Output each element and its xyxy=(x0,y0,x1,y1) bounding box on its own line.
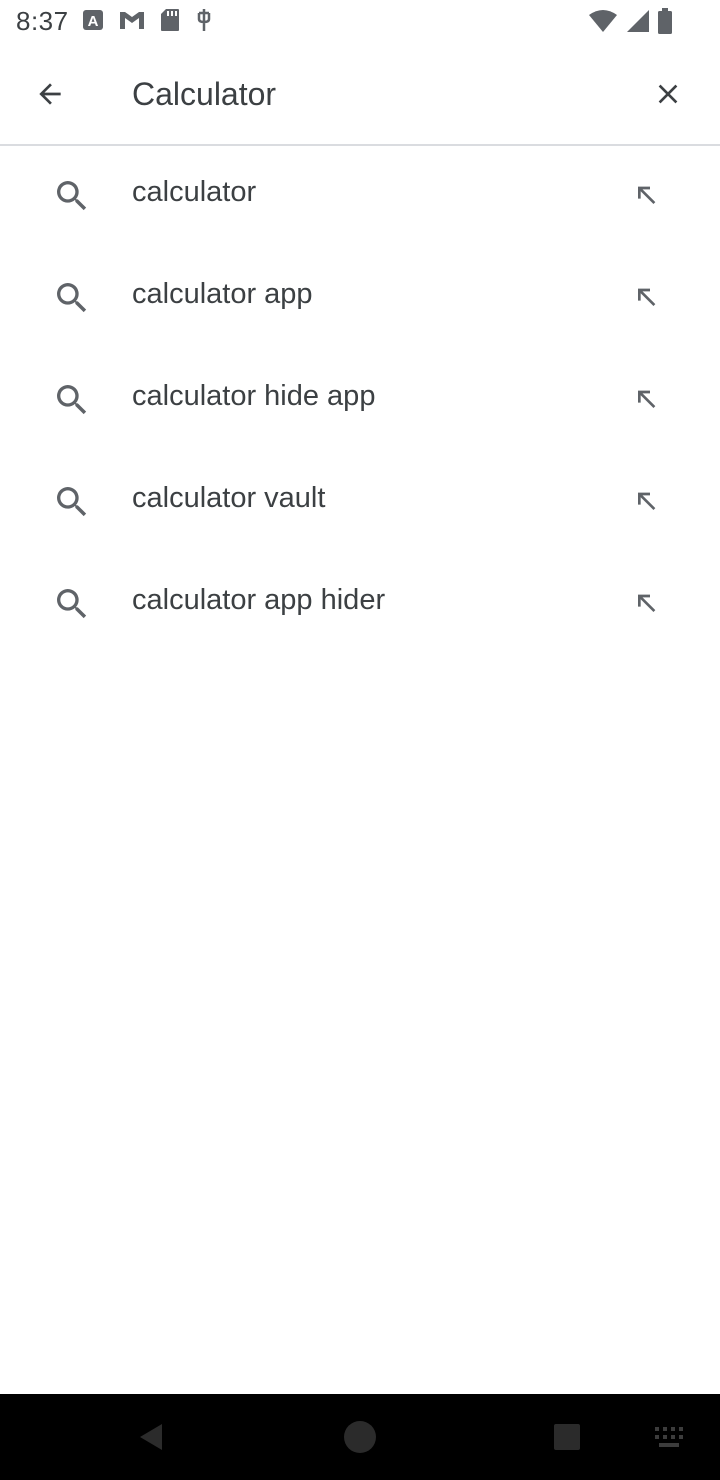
arrow-up-left-icon xyxy=(638,594,656,612)
search-icon xyxy=(57,181,87,211)
fill-query-button[interactable] xyxy=(624,378,668,422)
fill-query-button[interactable] xyxy=(624,174,668,218)
arrow-up-left-icon xyxy=(638,390,656,408)
usb-icon xyxy=(194,8,214,32)
navigation-bar xyxy=(0,1394,720,1480)
play-store-search-screen: 8:37 A Calculator calculator calculator … xyxy=(0,0,720,1480)
clear-search-button[interactable] xyxy=(636,62,700,126)
system-icons xyxy=(588,8,672,39)
sd-card-icon xyxy=(160,8,180,32)
nav-back-button[interactable] xyxy=(126,1412,176,1462)
arrow-up-left-icon xyxy=(638,186,656,204)
search-icon xyxy=(57,589,87,619)
gmail-icon xyxy=(118,9,146,31)
status-bar: 8:37 A xyxy=(0,0,720,44)
keyboard-icon xyxy=(655,1427,683,1447)
fill-query-button[interactable] xyxy=(624,276,668,320)
close-icon xyxy=(658,84,678,104)
status-time: 8:37 xyxy=(16,6,69,36)
svg-text:A: A xyxy=(88,13,99,30)
nav-recents-button[interactable] xyxy=(542,1412,592,1462)
back-triangle-icon xyxy=(140,1424,162,1450)
home-circle-icon xyxy=(344,1421,376,1453)
arrow-up-left-icon xyxy=(638,492,656,510)
suggestion-label: calculator vault xyxy=(132,482,326,514)
notification-icons: A xyxy=(82,8,214,32)
fill-query-button[interactable] xyxy=(624,582,668,626)
suggestion-item[interactable]: calculator app xyxy=(0,248,720,350)
suggestion-item[interactable]: calculator app hider xyxy=(0,554,720,656)
suggestion-item[interactable]: calculator vault xyxy=(0,452,720,554)
suggestions-list: calculator calculator app calculator hid… xyxy=(0,146,720,656)
suggestion-label: calculator app hider xyxy=(132,584,386,616)
suggestion-item[interactable]: calculator hide app xyxy=(0,350,720,452)
search-input[interactable] xyxy=(132,68,592,120)
search-icon xyxy=(57,283,87,313)
signal-icon xyxy=(626,9,650,38)
suggestion-label: calculator xyxy=(132,176,257,208)
back-button[interactable] xyxy=(20,64,80,124)
recents-square-icon xyxy=(554,1424,580,1450)
search-bar xyxy=(0,44,720,146)
nav-home-button[interactable] xyxy=(335,1412,385,1462)
battery-icon xyxy=(658,8,672,39)
wifi-icon xyxy=(588,9,618,38)
a-badge-icon: A xyxy=(82,9,104,31)
search-icon xyxy=(57,385,87,415)
suggestion-label: calculator hide app xyxy=(132,380,376,412)
fill-query-button[interactable] xyxy=(624,480,668,524)
suggestion-item[interactable]: calculator xyxy=(0,146,720,248)
suggestion-label: calculator app xyxy=(132,278,313,310)
arrow-up-left-icon xyxy=(638,288,656,306)
nav-keyboard-button[interactable] xyxy=(645,1412,695,1462)
arrow-back-icon xyxy=(39,83,61,105)
search-icon xyxy=(57,487,87,517)
